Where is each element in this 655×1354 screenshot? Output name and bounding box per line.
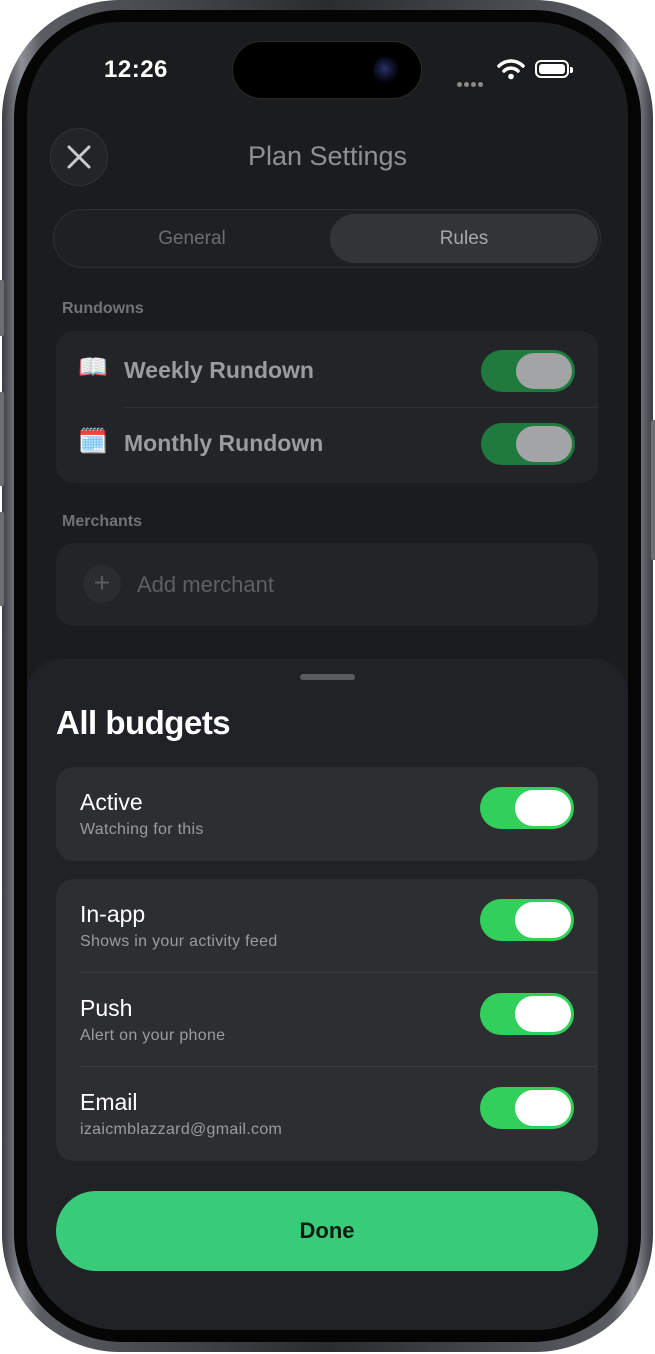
- email-address: izaicmblazzard@gmail.com: [80, 1121, 283, 1138]
- weekly-rundown-toggle[interactable]: [481, 350, 575, 392]
- active-subtitle: Watching for this: [80, 821, 204, 838]
- merchants-section-label: Merchants: [62, 513, 143, 530]
- active-label: Active: [80, 789, 143, 815]
- channels-card: In-app Shows in your activity feed Push …: [56, 879, 598, 1161]
- add-merchant-label: Add merchant: [137, 572, 274, 597]
- monthly-rundown-toggle[interactable]: [481, 423, 575, 465]
- power-button: [651, 420, 655, 560]
- status-bar: 12:26: [27, 22, 628, 112]
- rundowns-card: 📖 Weekly Rundown 🗓️ Monthly Rundown: [56, 331, 598, 483]
- volume-up-button: [0, 392, 4, 486]
- divider: [124, 407, 598, 408]
- rundowns-section-label: Rundowns: [62, 300, 144, 317]
- active-card: Active Watching for this: [56, 767, 598, 861]
- weekly-rundown-label: Weekly Rundown: [124, 357, 314, 383]
- email-row: Email izaicmblazzard@gmail.com: [56, 1067, 598, 1161]
- tab-general[interactable]: General: [58, 214, 326, 263]
- book-icon: 📖: [78, 354, 108, 381]
- in-app-subtitle: Shows in your activity feed: [80, 933, 278, 950]
- sheet-title: All budgets: [56, 704, 231, 741]
- wifi-icon: [497, 59, 525, 80]
- email-toggle[interactable]: [480, 1087, 574, 1129]
- battery-icon: [535, 60, 573, 78]
- dynamic-island: [233, 42, 421, 98]
- active-row: Active Watching for this: [56, 767, 598, 861]
- cellular-signal-icon: [457, 74, 485, 92]
- add-merchant-row[interactable]: + Add merchant: [56, 543, 598, 626]
- in-app-toggle[interactable]: [480, 899, 574, 941]
- tab-rules[interactable]: Rules: [330, 214, 598, 263]
- status-time: 12:26: [104, 56, 168, 83]
- push-label: Push: [80, 995, 133, 1021]
- push-row: Push Alert on your phone: [56, 973, 598, 1067]
- active-toggle[interactable]: [480, 787, 574, 829]
- push-subtitle: Alert on your phone: [80, 1027, 226, 1044]
- monthly-rundown-label: Monthly Rundown: [124, 430, 324, 456]
- plus-icon: +: [83, 565, 121, 603]
- page-title: Plan Settings: [247, 141, 408, 171]
- camera-lens: [373, 57, 399, 83]
- sheet-grabber[interactable]: [300, 674, 355, 680]
- screen: 12:26 Plan Settings General Rules Rundow…: [27, 22, 628, 1330]
- in-app-row: In-app Shows in your activity feed: [56, 879, 598, 973]
- segmented-control: General Rules: [53, 209, 601, 268]
- in-app-label: In-app: [80, 901, 146, 927]
- done-button[interactable]: Done: [56, 1191, 598, 1271]
- action-button: [0, 280, 4, 336]
- bottom-sheet: All budgets Active Watching for this In-…: [27, 659, 628, 1330]
- push-toggle[interactable]: [480, 993, 574, 1035]
- volume-down-button: [0, 512, 4, 606]
- email-label: Email: [80, 1089, 138, 1115]
- calendar-icon: 🗓️: [78, 428, 108, 455]
